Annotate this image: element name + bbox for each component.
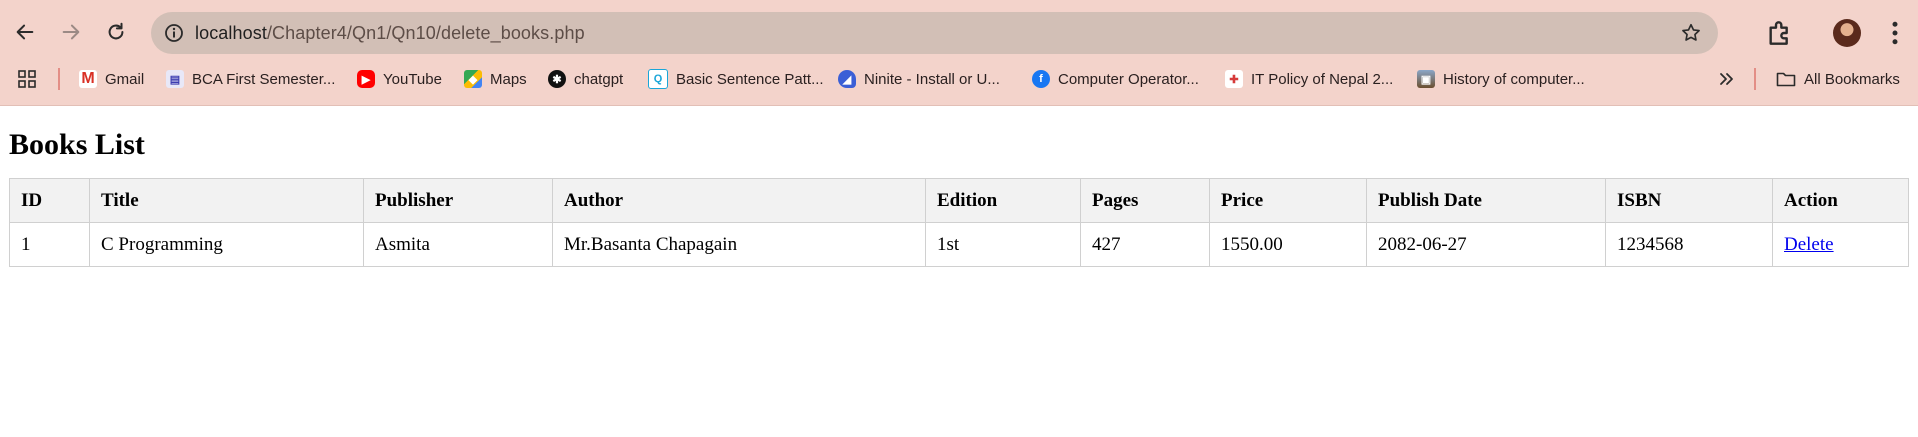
bookmark-maps[interactable]: ◆ Maps	[464, 66, 527, 92]
column-header-edition: Edition	[925, 178, 1081, 223]
bookmark-label: YouTube	[383, 70, 442, 88]
cell-price: 1550.00	[1209, 222, 1367, 267]
column-header-pages: Pages	[1080, 178, 1210, 223]
cell-isbn: 1234568	[1605, 222, 1773, 267]
bookmark-label: Ninite - Install or U...	[864, 70, 1000, 88]
bookmarks-divider	[58, 68, 60, 90]
cell-title: C Programming	[89, 222, 364, 267]
bookmark-label: IT Policy of Nepal 2...	[1251, 70, 1394, 88]
cell-publisher: Asmita	[363, 222, 553, 267]
maps-icon: ◆	[464, 70, 482, 88]
apps-button[interactable]	[18, 66, 36, 92]
reload-icon	[108, 22, 124, 40]
delete-link[interactable]: Delete	[1784, 234, 1834, 255]
column-header-isbn: ISBN	[1605, 178, 1773, 223]
bookmark-chatgpt[interactable]: ✱ chatgpt	[548, 66, 623, 92]
youtube-icon: ▶	[357, 70, 375, 88]
page-content: Books List ID Title Publisher Author Edi…	[0, 128, 1918, 267]
cell-action: Delete	[1772, 222, 1909, 267]
bookmark-ninite[interactable]: ◢ Ninite - Install or U...	[838, 66, 1000, 92]
profile-avatar[interactable]	[1833, 19, 1861, 47]
chevron-double-right-icon	[1720, 73, 1733, 85]
site-info-icon[interactable]	[161, 20, 187, 46]
bookmark-star-icon[interactable]	[1680, 22, 1702, 44]
column-header-publish-date: Publish Date	[1366, 178, 1606, 223]
facebook-icon: f	[1032, 70, 1050, 88]
chatgpt-icon: ✱	[548, 70, 566, 88]
address-bar[interactable]: localhost/Chapter4/Qn1/Qn10/delete_books…	[151, 12, 1718, 54]
bookmark-label: Basic Sentence Patt...	[676, 70, 824, 88]
bookmark-it-policy[interactable]: ✚ IT Policy of Nepal 2...	[1225, 66, 1393, 92]
cell-pages: 427	[1080, 222, 1210, 267]
history-icon: ▣	[1417, 70, 1435, 88]
table-header-row: ID Title Publisher Author Edition Pages …	[9, 178, 1909, 223]
more-options-icon[interactable]	[1880, 18, 1910, 48]
column-header-author: Author	[552, 178, 926, 223]
bookmark-label: History of computer...	[1443, 70, 1585, 88]
column-header-id: ID	[9, 178, 90, 223]
column-header-publisher: Publisher	[363, 178, 553, 223]
bookmark-history[interactable]: ▣ History of computer...	[1417, 66, 1585, 92]
bca-icon: ▤	[166, 70, 184, 88]
back-button[interactable]	[7, 14, 43, 50]
folder-icon	[1776, 72, 1796, 87]
bookmark-youtube[interactable]: ▶ YouTube	[357, 66, 442, 92]
all-bookmarks-label: All Bookmarks	[1804, 70, 1900, 88]
browser-chrome: localhost/Chapter4/Qn1/Qn10/delete_books…	[0, 0, 1918, 106]
bookmarks-divider	[1754, 68, 1756, 90]
bookmark-bca[interactable]: ▤ BCA First Semester...	[166, 66, 335, 92]
bookmark-label: BCA First Semester...	[192, 70, 336, 88]
bookmark-computer-operator[interactable]: f Computer Operator...	[1032, 66, 1199, 92]
more-bookmarks-button[interactable]	[1718, 66, 1736, 92]
bookmarks-bar: M Gmail ▤ BCA First Semester... ▶ YouTub…	[0, 64, 1918, 94]
forward-button[interactable]	[53, 14, 89, 50]
url-text[interactable]: localhost/Chapter4/Qn1/Qn10/delete_books…	[195, 12, 585, 54]
arrow-right-icon	[62, 24, 80, 40]
ninite-icon: ◢	[838, 70, 856, 88]
cell-author: Mr.Basanta Chapagain	[552, 222, 926, 267]
column-header-price: Price	[1209, 178, 1367, 223]
gmail-icon: M	[79, 70, 97, 88]
table-row: 1 C Programming Asmita Mr.Basanta Chapag…	[9, 222, 1909, 267]
extensions-icon[interactable]	[1764, 17, 1796, 49]
all-bookmarks-button[interactable]: All Bookmarks	[1776, 66, 1900, 92]
browser-toolbar: localhost/Chapter4/Qn1/Qn10/delete_books…	[0, 0, 1918, 66]
url-host: localhost	[195, 23, 267, 43]
arrow-left-icon	[16, 24, 34, 40]
bookmark-label: Gmail	[105, 70, 145, 88]
policy-icon: ✚	[1225, 70, 1243, 88]
page-title: Books List	[9, 128, 145, 161]
bookmark-label: Maps	[490, 70, 527, 88]
cell-edition: 1st	[925, 222, 1081, 267]
column-header-action: Action	[1772, 178, 1909, 223]
cell-publish-date: 2082-06-27	[1366, 222, 1606, 267]
bookmark-basic-sentence[interactable]: Q Basic Sentence Patt...	[648, 66, 824, 92]
bookmark-gmail[interactable]: M Gmail	[79, 66, 144, 92]
bookmark-label: Computer Operator...	[1058, 70, 1199, 88]
column-header-title: Title	[89, 178, 364, 223]
quizlet-icon: Q	[648, 69, 668, 89]
apps-grid-icon	[18, 70, 36, 88]
books-table: ID Title Publisher Author Edition Pages …	[9, 178, 1909, 267]
cell-id: 1	[9, 222, 90, 267]
reload-button[interactable]	[98, 14, 134, 50]
url-path: /Chapter4/Qn1/Qn10/delete_books.php	[266, 23, 585, 43]
bookmark-label: chatgpt	[574, 70, 624, 88]
